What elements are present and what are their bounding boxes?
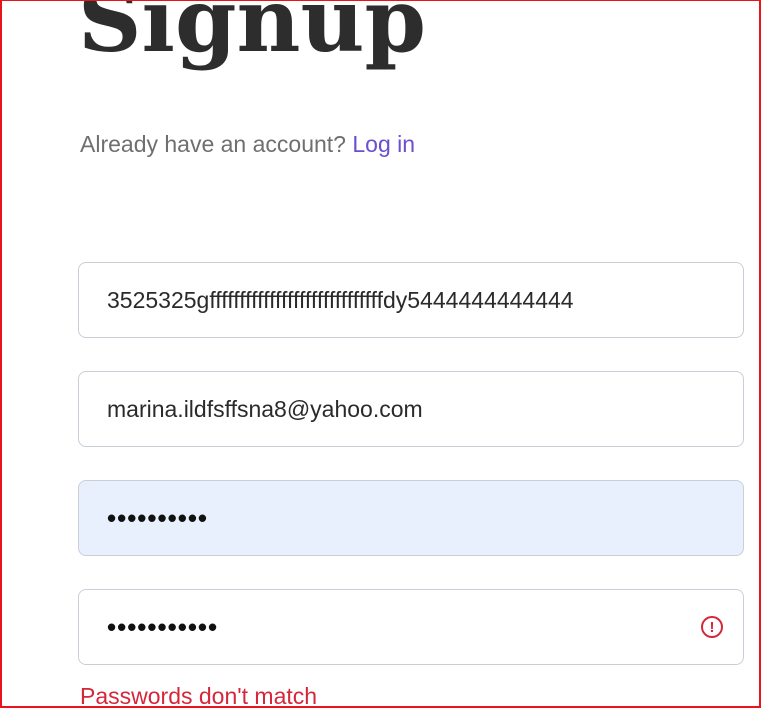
login-prompt: Already have an account? Log in xyxy=(80,128,415,160)
email-field[interactable]: marina.ildfsffsna8@yahoo.com xyxy=(78,371,744,447)
login-link[interactable]: Log in xyxy=(352,131,415,157)
username-value: 3525325gfffffffffffffffffffffffffffffdy5… xyxy=(107,286,574,313)
username-field[interactable]: 3525325gfffffffffffffffffffffffffffffdy5… xyxy=(78,262,744,338)
alert-circle-icon: ! xyxy=(701,616,723,638)
page-title: Signup xyxy=(78,0,427,72)
confirm-password-field[interactable]: ••••••••••• ! xyxy=(78,589,744,665)
email-value: marina.ildfsffsna8@yahoo.com xyxy=(107,395,423,422)
password-field[interactable]: •••••••••• xyxy=(78,480,744,556)
confirm-password-value: ••••••••••• xyxy=(107,611,219,642)
highlight-frame-top xyxy=(0,0,761,1)
password-value: •••••••••• xyxy=(107,502,209,533)
login-prompt-text: Already have an account? xyxy=(80,131,346,157)
